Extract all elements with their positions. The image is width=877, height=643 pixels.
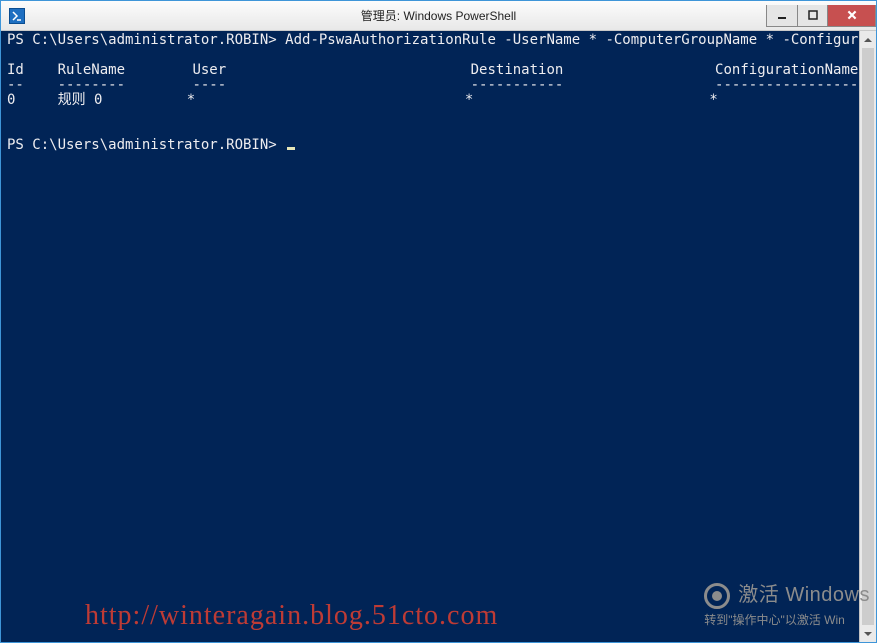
table-divider: -- -------- ---- ----------- -----------… — [7, 77, 858, 93]
command-text: Add-PswaAuthorizationRule -UserName * -C… — [285, 32, 859, 48]
scroll-up-button[interactable] — [860, 31, 876, 48]
table-row: 0 规则 0 * * * — [7, 92, 718, 108]
terminal-output[interactable]: PS C:\Users\administrator.ROBIN> Add-Psw… — [1, 31, 859, 642]
close-button[interactable] — [827, 5, 875, 26]
window-title: 管理员: Windows PowerShell — [1, 7, 876, 24]
scroll-track[interactable] — [860, 48, 876, 625]
vertical-scrollbar[interactable] — [859, 31, 876, 642]
prompt: PS C:\Users\administrator.ROBIN> — [7, 137, 277, 153]
scroll-thumb[interactable] — [862, 48, 874, 625]
prompt: PS C:\Users\administrator.ROBIN> — [7, 32, 277, 48]
maximize-button[interactable] — [797, 5, 827, 26]
scroll-down-button[interactable] — [860, 625, 876, 642]
table-header: Id RuleName User Destination Configurati… — [7, 62, 858, 78]
titlebar[interactable]: 管理员: Windows PowerShell — [1, 1, 876, 31]
client-area: PS C:\Users\administrator.ROBIN> Add-Psw… — [1, 31, 876, 642]
powershell-window: 管理员: Windows PowerShell PS C:\Users\admi… — [0, 0, 877, 643]
minimize-button[interactable] — [767, 5, 797, 26]
window-controls — [766, 5, 876, 27]
powershell-icon — [9, 8, 25, 24]
cursor-icon — [287, 147, 295, 150]
